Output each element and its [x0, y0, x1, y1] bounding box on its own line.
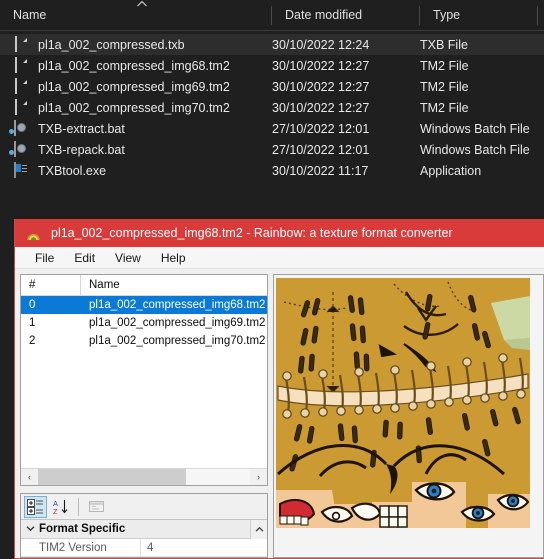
menu-item-file[interactable]: File	[25, 249, 64, 267]
table-row[interactable]: pl1a_002_compressed_img70.tm2 30/10/2022…	[0, 97, 544, 118]
menu-bar: File Edit View Help	[15, 247, 544, 269]
menu-item-view[interactable]: View	[105, 249, 151, 267]
menu-item-edit[interactable]: Edit	[64, 249, 105, 267]
scroll-left-icon[interactable]: ‹	[21, 469, 38, 485]
file-list: pl1a_002_compressed.txb 30/10/2022 12:24…	[0, 31, 544, 181]
sort-ascending-icon	[136, 0, 148, 11]
list-item-index: 0	[29, 299, 36, 311]
table-row[interactable]: TXB-extract.bat 27/10/2022 12:01 Windows…	[0, 118, 544, 139]
svg-text:Z: Z	[53, 507, 58, 515]
list-item-name: pl1a_002_compressed_img68.tm2	[89, 299, 266, 311]
preview-panel[interactable]	[273, 274, 544, 558]
table-row[interactable]: TXB-repack.bat 27/10/2022 12:01 Windows …	[0, 139, 544, 160]
texture-list: # Name 0 pl1a_002_compressed_img68.tm2 1…	[20, 274, 268, 486]
rainbow-icon	[25, 225, 42, 242]
file-name-label: TXB-repack.bat	[38, 142, 125, 157]
document-icon	[13, 56, 29, 74]
file-type-cell: TM2 File	[420, 100, 469, 115]
column-header-type[interactable]: Type	[420, 0, 538, 31]
file-date-cell: 30/10/2022 12:24	[272, 37, 370, 52]
batch-file-icon	[13, 140, 29, 158]
file-type-cell: TXB File	[420, 37, 468, 52]
property-pages-button[interactable]	[85, 496, 108, 518]
file-name-cell: pl1a_002_compressed_img68.tm2	[0, 56, 272, 74]
property-value[interactable]: 4	[141, 542, 153, 554]
list-item-name: pl1a_002_compressed_img69.tm2	[89, 317, 266, 329]
column-header-date-label: Date modified	[285, 8, 363, 22]
property-group-label: Format Specific	[39, 523, 126, 535]
file-date-cell: 30/10/2022 11:17	[272, 163, 369, 178]
file-date-cell: 30/10/2022 12:27	[272, 58, 370, 73]
chevron-down-icon[interactable]	[21, 524, 39, 534]
menu-item-help[interactable]: Help	[151, 249, 196, 267]
file-name-cell: TXB-extract.bat	[0, 119, 272, 137]
file-name-label: TXBtool.exe	[38, 163, 107, 178]
list-column-header-index[interactable]: #	[21, 275, 81, 296]
table-row[interactable]: pl1a_002_compressed.txb 30/10/2022 12:24…	[0, 34, 544, 55]
window-title: pl1a_002_compressed_img68.tm2 - Rainbow:…	[51, 226, 453, 240]
file-name-cell: TXBtool.exe	[0, 161, 272, 179]
table-row[interactable]: TXBtool.exe 30/10/2022 11:17 Application	[0, 160, 544, 181]
scrollbar-thumb[interactable]	[38, 469, 187, 485]
scrollbar-track[interactable]	[38, 469, 250, 485]
file-name-label: TXB-extract.bat	[38, 121, 125, 136]
title-bar[interactable]: pl1a_002_compressed_img68.tm2 - Rainbow:…	[15, 219, 544, 247]
property-group-header[interactable]: Format Specific	[21, 520, 267, 539]
property-row[interactable]: TIM2 Version 4	[21, 538, 267, 557]
file-name-label: pl1a_002_compressed.txb	[38, 37, 185, 52]
file-type-cell: Windows Batch File	[420, 121, 530, 136]
list-item-index: 2	[29, 335, 36, 347]
scroll-right-icon[interactable]: ›	[250, 469, 267, 485]
document-icon	[13, 77, 29, 95]
texture-preview[interactable]	[276, 278, 530, 528]
property-key: TIM2 Version	[21, 538, 141, 557]
file-type-cell: Application	[420, 163, 482, 178]
toolbar-separator	[78, 497, 79, 516]
column-header-date-modified[interactable]: Date modified	[272, 0, 420, 31]
property-grid: A Z Format Specific TIM2 Version 4	[20, 493, 268, 558]
table-row[interactable]: pl1a_002_compressed_img69.tm2 30/10/2022…	[0, 76, 544, 97]
scroll-up-icon[interactable]	[250, 520, 267, 539]
horizontal-scrollbar[interactable]: ‹ ›	[21, 468, 267, 485]
texture-list-header: # Name	[21, 275, 267, 296]
list-item-name: pl1a_002_compressed_img70.tm2	[89, 335, 266, 347]
file-name-cell: pl1a_002_compressed_img70.tm2	[0, 98, 272, 116]
alphabetical-sort-button[interactable]: A Z	[49, 496, 72, 518]
list-item[interactable]: 0 pl1a_002_compressed_img68.tm2	[21, 296, 267, 314]
list-column-header-name[interactable]: Name	[81, 279, 120, 291]
document-icon	[13, 35, 29, 53]
batch-file-icon	[13, 119, 29, 137]
file-date-cell: 27/10/2022 12:01	[272, 121, 370, 136]
list-item-index: 1	[29, 317, 36, 329]
application-icon	[13, 161, 29, 179]
rainbow-app-window: pl1a_002_compressed_img68.tm2 - Rainbow:…	[14, 219, 544, 559]
categorized-view-button[interactable]	[24, 495, 47, 518]
right-pane	[272, 269, 544, 558]
file-type-cell: TM2 File	[420, 58, 469, 73]
left-pane: # Name 0 pl1a_002_compressed_img68.tm2 1…	[15, 269, 272, 558]
file-name-label: pl1a_002_compressed_img68.tm2	[38, 58, 230, 73]
file-name-label: pl1a_002_compressed_img69.tm2	[38, 79, 230, 94]
list-item[interactable]: 1 pl1a_002_compressed_img69.tm2	[21, 314, 267, 332]
file-name-cell: pl1a_002_compressed.txb	[0, 35, 272, 53]
column-header-name-label: Name	[13, 8, 47, 22]
file-name-cell: TXB-repack.bat	[0, 140, 272, 158]
file-date-cell: 27/10/2022 12:01	[272, 142, 370, 157]
file-name-label: pl1a_002_compressed_img70.tm2	[38, 100, 230, 115]
document-icon	[13, 98, 29, 116]
file-type-cell: Windows Batch File	[420, 142, 530, 157]
window-body: # Name 0 pl1a_002_compressed_img68.tm2 1…	[15, 269, 544, 558]
file-date-cell: 30/10/2022 12:27	[272, 100, 370, 115]
table-row[interactable]: pl1a_002_compressed_img68.tm2 30/10/2022…	[0, 55, 544, 76]
file-type-cell: TM2 File	[420, 79, 469, 94]
file-name-cell: pl1a_002_compressed_img69.tm2	[0, 77, 272, 95]
column-header-type-label: Type	[433, 8, 461, 22]
explorer-column-header: Name Date modified Type	[0, 0, 544, 31]
property-grid-toolbar: A Z	[21, 494, 267, 520]
list-item[interactable]: 2 pl1a_002_compressed_img70.tm2	[21, 332, 267, 350]
file-date-cell: 30/10/2022 12:27	[272, 79, 370, 94]
